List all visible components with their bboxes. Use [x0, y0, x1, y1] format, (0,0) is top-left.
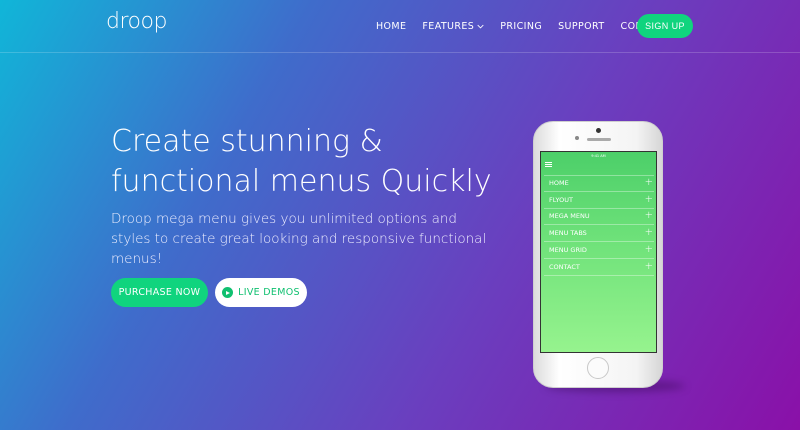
hero-title-line-2: functional menus Quickly: [111, 164, 492, 199]
plus-icon: +: [644, 260, 653, 272]
hero-title: Create stunning & functional menus Quick…: [111, 122, 511, 202]
hero-title-line-1: Create stunning &: [111, 124, 383, 159]
phone-menu-item-mega-menu[interactable]: MEGA MENU +: [544, 209, 654, 226]
nav-support[interactable]: SUPPORT: [558, 21, 604, 32]
droop-logo[interactable]: droop: [106, 9, 167, 34]
hero-description: Droop mega menu gives you unlimited opti…: [111, 211, 487, 267]
phone-status-time: 9:41 AM: [591, 154, 606, 158]
menu-item-label: MENU GRID: [549, 246, 587, 255]
live-demos-button[interactable]: LIVE DEMOS: [215, 278, 307, 307]
sign-up-button[interactable]: SIGN UP: [637, 14, 693, 38]
plus-icon: +: [644, 227, 653, 239]
phone-speaker: [587, 138, 611, 141]
nav-home[interactable]: HOME: [376, 21, 406, 32]
chevron-down-icon: [477, 24, 484, 29]
menu-item-label: MEGA MENU: [549, 212, 590, 221]
phone-mockup: 9:41 AM HOME + FLYOUT + MEGA MENU + MENU…: [533, 121, 663, 388]
phone-menu-item-menu-tabs[interactable]: MENU TABS +: [544, 225, 654, 243]
hamburger-icon[interactable]: [545, 162, 552, 167]
live-demos-label: LIVE DEMOS: [238, 287, 300, 298]
phone-menu-item-flyout[interactable]: FLYOUT +: [544, 192, 654, 209]
menu-item-label: FLYOUT: [549, 195, 573, 204]
nav-features[interactable]: FEATURES: [422, 21, 484, 32]
purchase-now-button[interactable]: PURCHASE NOW: [111, 278, 208, 307]
play-icon: [222, 287, 234, 298]
phone-menu-item-contact[interactable]: CONTACT +: [544, 259, 654, 276]
phone-menu-item-menu-grid[interactable]: MENU GRID +: [544, 242, 654, 259]
plus-icon: +: [644, 177, 653, 189]
menu-item-label: CONTACT: [549, 262, 580, 271]
phone-menu-item-home[interactable]: HOME +: [544, 175, 654, 192]
phone-home-button: [587, 357, 609, 379]
phone-sensor: [575, 136, 579, 140]
top-navbar: droop HOME FEATURES PRICING SUPPORT CONT…: [0, 0, 800, 53]
phone-camera: [596, 128, 601, 133]
plus-icon: +: [644, 210, 653, 222]
plus-icon: +: [644, 193, 653, 205]
nav-features-label: FEATURES: [422, 21, 475, 32]
menu-item-label: HOME: [549, 179, 569, 188]
plus-icon: +: [644, 244, 653, 256]
phone-menu: HOME + FLYOUT + MEGA MENU + MENU TABS + …: [544, 175, 654, 276]
phone-screen: 9:41 AM HOME + FLYOUT + MEGA MENU + MENU…: [540, 151, 657, 353]
menu-item-label: MENU TABS: [549, 229, 587, 238]
nav-pricing[interactable]: PRICING: [500, 21, 542, 32]
